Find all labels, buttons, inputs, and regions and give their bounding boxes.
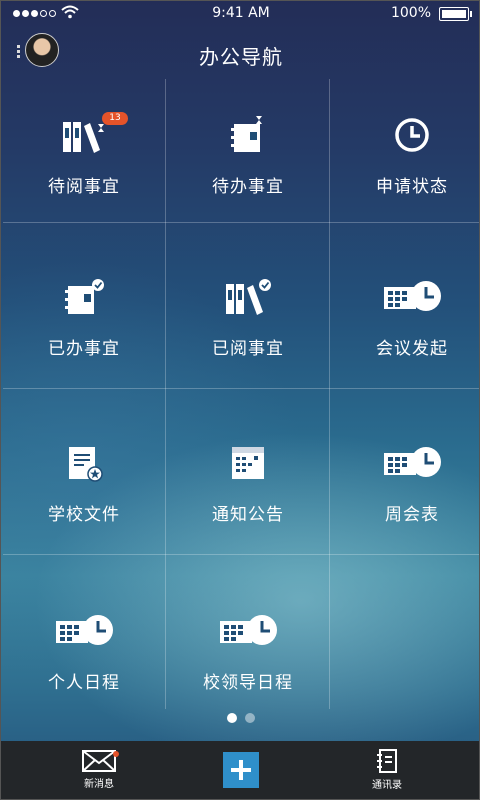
grid-item-label: 待阅事宜 [48,176,120,197]
battery-percentage: 100% [390,5,431,21]
tab-label: 新消息 [84,779,114,790]
tab-contacts[interactable]: 通讯录 [327,741,447,799]
tab-label: 通讯录 [372,780,402,791]
new-message-dot [113,751,119,757]
address-book-icon [377,749,397,773]
grid-item-label: 通知公告 [212,504,284,525]
bottom-tab-bar: 新消息 通讯录 [1,741,479,799]
notebook-check-icon [62,276,106,318]
bulletin-board-icon [228,442,268,484]
status-bar: 9:41 AM 100% [1,1,479,27]
add-button[interactable] [181,741,301,799]
grid-item-label: 校领导日程 [203,672,293,693]
grid-item-label: 周会表 [385,504,439,525]
grid-item-reviewed[interactable]: 已阅事宜 [169,239,327,395]
notebook-icon [228,114,268,156]
office-nav-grid: 13 待阅事宜 待办事宜 申请状态 已办事宜 已阅事宜 会议发起 学校文件 通知… [3,79,479,709]
calendar-clock-icon [382,442,442,484]
grid-item-notices[interactable]: 通知公告 [169,405,327,561]
envelope-icon [82,750,116,772]
clock-icon [393,114,431,156]
grid-item-application-status[interactable]: 申请状态 [333,77,479,233]
page-dot-2[interactable] [245,713,255,723]
grid-item-label: 待办事宜 [212,176,284,197]
unread-count-badge: 13 [102,111,128,125]
grid-item-label: 申请状态 [376,176,448,197]
calendar-clock-icon [218,610,278,652]
page-title: 办公导航 [199,45,283,69]
grid-item-label: 学校文件 [48,504,120,525]
grid-item-label: 已阅事宜 [212,338,284,359]
grid-item-label: 已办事宜 [48,338,120,359]
grid-item-todo[interactable]: 待办事宜 [169,77,327,233]
grid-item-personal-schedule[interactable]: 个人日程 [5,573,163,729]
page-dot-1[interactable] [227,713,237,723]
grid-item-label: 会议发起 [376,338,448,359]
grid-item-pending-review[interactable]: 13 待阅事宜 [5,77,163,233]
battery-icon [439,7,472,21]
document-star-icon [64,442,104,484]
grid-item-school-documents[interactable]: 学校文件 [5,405,163,561]
header: 办公导航 [1,31,479,77]
plus-icon [223,752,259,788]
app-screen: 9:41 AM 100% 办公导航 13 待阅事宜 待办事宜 申请状态 已办事宜… [0,0,480,800]
grid-item-weekly-meetings[interactable]: 周会表 [333,405,479,561]
binders-icon: 13 [60,111,128,156]
grid-item-done[interactable]: 已办事宜 [5,239,163,395]
binders-check-icon [223,276,273,318]
grid-item-leader-schedule[interactable]: 校领导日程 [169,573,327,729]
calendar-clock-icon [382,276,442,318]
page-indicator [1,713,479,723]
calendar-clock-icon [54,610,114,652]
grid-item-label: 个人日程 [48,672,120,693]
tab-new-messages[interactable]: 新消息 [39,741,159,799]
grid-item-meeting-request[interactable]: 会议发起 [333,239,479,395]
